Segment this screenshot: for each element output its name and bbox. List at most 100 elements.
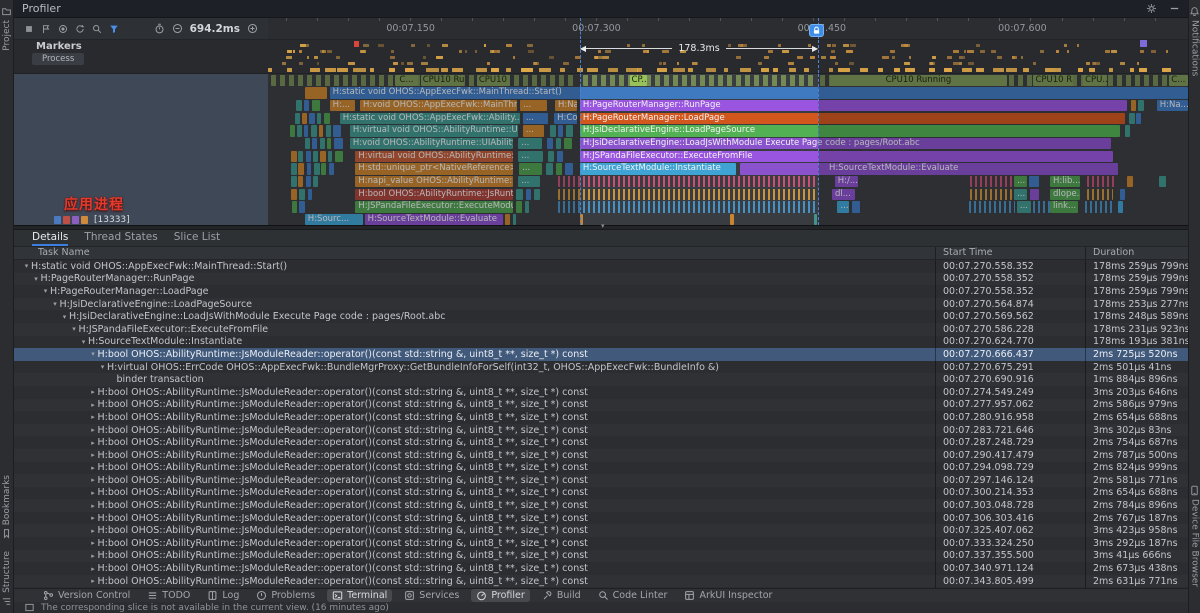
flame-slice[interactable]: [729, 213, 734, 225]
flame-slice[interactable]: H:napi_value OHOS::AbilityRuntime::JsR..…: [355, 175, 513, 188]
expander-icon[interactable]: ▸: [89, 426, 98, 434]
statusbar-item-log[interactable]: Log: [202, 589, 244, 602]
expander-icon[interactable]: ▸: [89, 464, 98, 472]
flame-slice[interactable]: H:Sourc...: [304, 213, 363, 225]
panel-splitter[interactable]: ▾: [14, 222, 1188, 230]
expander-icon[interactable]: ▸: [89, 476, 98, 484]
flame-slice[interactable]: H:static void OHOS::AppExecFwk::MainThre…: [329, 87, 1188, 99]
flame-slice[interactable]: H:JsiDeclarativeEngine::LoadPageSource: [579, 125, 1120, 137]
flame-slice[interactable]: [311, 125, 317, 137]
flame-slice[interactable]: [549, 125, 556, 137]
table-row[interactable]: ▾ H:bool OHOS::AbilityRuntime::JsModuleRe…: [14, 348, 1188, 361]
flame-slice[interactable]: [1029, 188, 1039, 200]
flame-slice[interactable]: [295, 99, 303, 112]
flame-slice[interactable]: [1119, 188, 1126, 200]
flame-slice[interactable]: ...: [522, 112, 548, 124]
flame-slice[interactable]: [557, 125, 564, 137]
flame-slice[interactable]: H:void OHOS::AppExecFwk::MainThread::...: [360, 99, 518, 112]
expander-icon[interactable]: ▸: [89, 502, 98, 510]
gear-icon[interactable]: [1146, 3, 1157, 14]
flame-slice[interactable]: [298, 163, 304, 175]
statusbar-item-todo[interactable]: TODO: [142, 589, 195, 602]
selection-range-handle[interactable]: ◀ 178.3ms ▶: [580, 43, 818, 54]
expander-icon[interactable]: ▾: [98, 363, 107, 371]
flame-slice[interactable]: [579, 213, 583, 225]
table-row[interactable]: binder transaction 00:07.270.690.916 1ms 8…: [14, 373, 1188, 386]
flame-slice[interactable]: ...: [519, 163, 543, 175]
flame-slice[interactable]: [314, 163, 320, 175]
flame-slice[interactable]: dl...: [831, 188, 855, 200]
flame-slice[interactable]: H:bool OHOS::AbilityRuntime::JsRuntim...: [355, 188, 513, 200]
table-row[interactable]: ▸ H:bool OHOS::AbilityRuntime::JsModuleRe…: [14, 436, 1188, 449]
flame-slice[interactable]: H:JSPandaFileExecutor::ExecuteFromFile: [579, 150, 1114, 162]
column-start-time[interactable]: Start Time: [943, 247, 992, 259]
flame-slice[interactable]: ...: [837, 201, 849, 213]
flame-slice[interactable]: [324, 112, 330, 124]
flame-slice[interactable]: [512, 213, 517, 225]
filter-icon[interactable]: [109, 24, 119, 34]
flame-slice[interactable]: CP...: [629, 74, 648, 86]
statusbar-item-services[interactable]: Services: [399, 589, 464, 602]
table-row[interactable]: ▾ H:JSPandaFileExecutor::ExecuteFromFile 0…: [14, 323, 1188, 336]
time-ruler[interactable]: 00:07.15000:07.30000:07.45000:07.600: [268, 18, 1188, 39]
expander-icon[interactable]: ▸: [89, 388, 98, 396]
flame-slice[interactable]: [321, 163, 326, 175]
search-icon[interactable]: [92, 24, 102, 34]
flame-slice[interactable]: [1125, 125, 1131, 137]
flame-slice[interactable]: CPU...: [1083, 74, 1108, 86]
column-separator[interactable]: [935, 247, 936, 259]
selection-boundary-line[interactable]: [818, 40, 820, 73]
flame-slice[interactable]: [291, 201, 297, 213]
flame-slice[interactable]: H:SourceTextModule::Instantiate: [579, 163, 737, 175]
flame-slice[interactable]: H:...: [329, 99, 356, 112]
table-row[interactable]: ▾ H:static void OHOS::AppExecFwk::MainThr…: [14, 260, 1188, 273]
process-group-header[interactable]: Process: [32, 53, 85, 65]
flame-slice[interactable]: H:SourceTextModule::Evaluate: [364, 213, 503, 225]
elapsed-timer-icon[interactable]: [154, 23, 165, 34]
table-row[interactable]: ▸ H:bool OHOS::AbilityRuntime::JsModuleRe…: [14, 487, 1188, 500]
selection-right-arrow-icon[interactable]: ▶: [812, 43, 818, 54]
flame-slice[interactable]: [1138, 99, 1144, 112]
expander-icon[interactable]: ▸: [89, 552, 98, 560]
flame-slice[interactable]: CPU10 Ru...: [420, 74, 464, 86]
table-row[interactable]: ▸ H:bool OHOS::AbilityRuntime::JsModuleRe…: [14, 562, 1188, 575]
flame-slice[interactable]: CPU10 R...: [1033, 74, 1073, 86]
expander-icon[interactable]: ▸: [89, 565, 98, 573]
flame-slice[interactable]: H:Co...: [554, 112, 578, 124]
flame-chart[interactable]: C... CPU10 Ru... CPU10 ... CP... CPU10 Runni…: [268, 74, 1188, 225]
splitter-handle-icon[interactable]: ▾: [601, 222, 605, 230]
expander-icon[interactable]: ▾: [41, 287, 50, 295]
column-separator[interactable]: [1085, 247, 1086, 259]
expander-icon[interactable]: ▸: [89, 514, 98, 522]
record-icon[interactable]: [58, 24, 68, 34]
zoom-in-icon[interactable]: [247, 23, 258, 34]
flame-slice[interactable]: [555, 137, 562, 150]
tab-slice-list[interactable]: Slice List: [174, 230, 220, 246]
flame-slice[interactable]: [290, 125, 295, 137]
flame-slice[interactable]: H:SourceTextModule::Evaluate: [739, 163, 1119, 175]
expander-icon[interactable]: ▸: [89, 401, 98, 409]
flame-slice[interactable]: [291, 163, 297, 175]
flame-slice[interactable]: H:JSPandaFileExecutor::ExecuteModule...: [355, 201, 513, 213]
flame-slice[interactable]: H:std::unique_ptr<NativeReference> O...: [355, 163, 513, 175]
flame-slice[interactable]: H:Na...: [1156, 99, 1188, 112]
flame-slice[interactable]: [326, 137, 332, 150]
statusbar-item-problems[interactable]: Problems: [251, 589, 320, 602]
flag-icon[interactable]: [41, 24, 51, 34]
statusbar-item-version-control[interactable]: Version Control: [38, 589, 135, 602]
statusbar-item-build[interactable]: Build: [537, 589, 586, 602]
flame-slice[interactable]: [313, 175, 318, 188]
flame-slice[interactable]: [299, 201, 305, 213]
flame-slice[interactable]: [312, 99, 320, 112]
table-row[interactable]: ▾ H:PageRouterManager::LoadPage 00:07.270.…: [14, 285, 1188, 298]
flame-slice[interactable]: H:PageRouterManager::LoadPage: [579, 112, 1125, 124]
flame-slice[interactable]: [1118, 201, 1123, 213]
flame-slice[interactable]: [291, 175, 297, 188]
flame-slice[interactable]: [546, 137, 554, 150]
table-row[interactable]: ▾ H:JsiDeclarativeEngine::LoadJsWithModul…: [14, 310, 1188, 323]
flame-slice[interactable]: [294, 112, 301, 124]
flame-slice[interactable]: [533, 188, 541, 200]
flame-slice[interactable]: [1130, 99, 1137, 112]
tab-thread-states[interactable]: Thread States: [84, 230, 157, 246]
flame-slice[interactable]: ...: [518, 137, 543, 150]
